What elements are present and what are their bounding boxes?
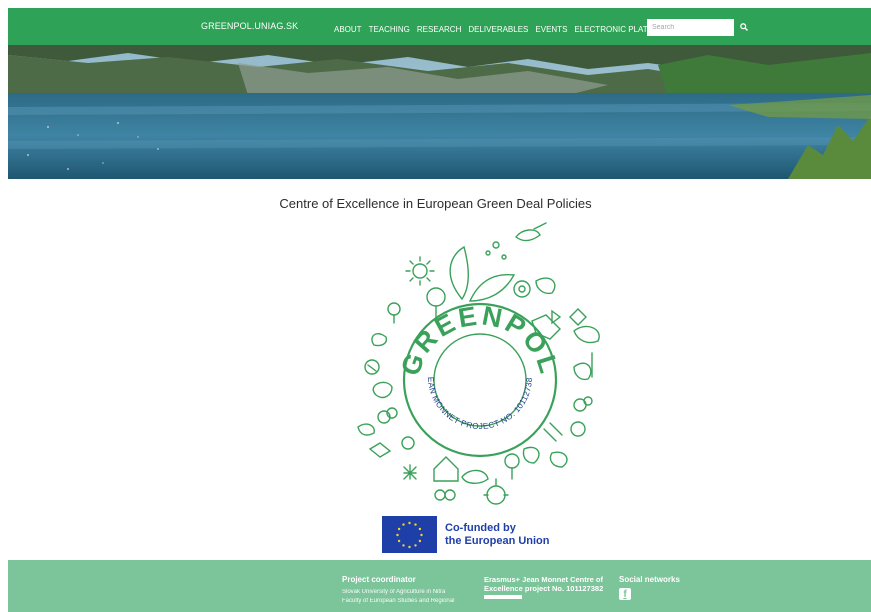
eu-cofunded-badge: Co-funded by the European Union xyxy=(382,516,550,553)
footer-col1-heading: Project coordinator xyxy=(342,575,416,584)
page: GREENPOL.UNIAG.SK ABOUT TEACHING RESEARC… xyxy=(0,0,871,612)
greenpol-logo: GREENPOL JEAN MONNET PROJECT NO. 1011273… xyxy=(344,210,610,513)
svg-text:GREENPOL: GREENPOL xyxy=(395,300,565,379)
footer-col2-logo xyxy=(484,595,522,599)
eu-line-2: the European Union xyxy=(445,534,550,547)
footer-project-info: Erasmus+ Jean Monnet Centre of Excellenc… xyxy=(484,575,612,599)
footer-project-coordinator: Project coordinator Slovak University of… xyxy=(342,575,472,606)
nav-about[interactable]: ABOUT xyxy=(334,25,362,34)
nav-teaching[interactable]: TEACHING xyxy=(369,25,410,34)
hero-banner-image xyxy=(8,45,871,179)
footer-social-networks: Social networks f xyxy=(619,575,699,600)
main-nav: ABOUT TEACHING RESEARCH DELIVERABLES EVE… xyxy=(334,25,678,34)
page-headline: Centre of Excellence in European Green D… xyxy=(279,196,592,211)
nav-events[interactable]: EVENTS xyxy=(535,25,567,34)
eu-flag-icon xyxy=(382,516,437,553)
facebook-icon[interactable]: f xyxy=(619,588,631,600)
footer-col3-heading: Social networks xyxy=(619,575,680,584)
footer-col2-heading: Erasmus+ Jean Monnet Centre of Excellenc… xyxy=(484,575,604,593)
site-title-link[interactable]: GREENPOL.UNIAG.SK xyxy=(201,21,298,31)
eu-cofunded-text: Co-funded by the European Union xyxy=(445,522,550,548)
search-button[interactable] xyxy=(738,20,750,34)
nav-research[interactable]: RESEARCH xyxy=(417,25,461,34)
footer-col1-line-2: Faculty of European Studies and Regional xyxy=(342,598,455,604)
logo-wordmark: GREENPOL xyxy=(395,300,562,379)
footer: Project coordinator Slovak University of… xyxy=(8,560,871,612)
eu-line-1: Co-funded by xyxy=(445,521,516,534)
search-icon xyxy=(740,23,748,31)
nav-deliverables[interactable]: DELIVERABLES xyxy=(468,25,528,34)
footer-col1-line-1: Slovak University of Agriculture in Nitr… xyxy=(342,589,446,595)
search-input[interactable] xyxy=(647,19,734,36)
